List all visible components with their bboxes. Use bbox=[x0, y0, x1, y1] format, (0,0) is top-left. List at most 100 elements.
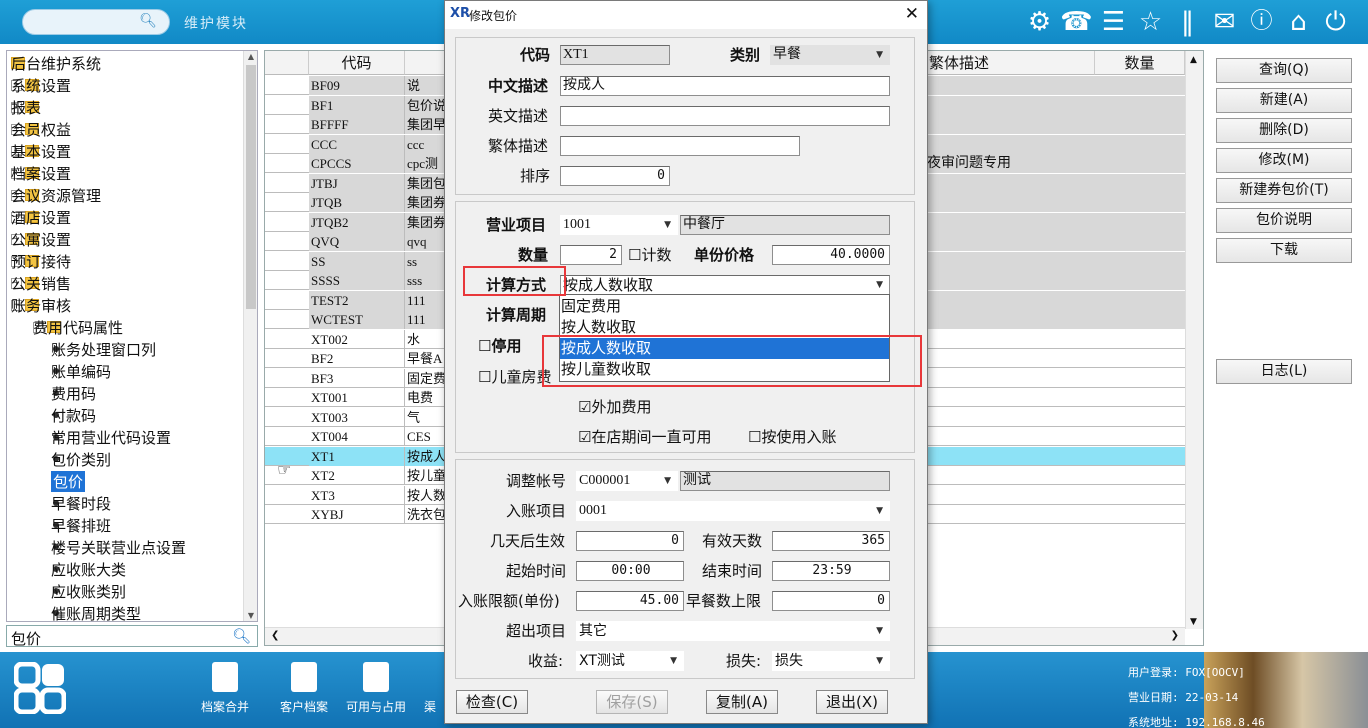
columns-icon[interactable]: ‖ bbox=[1169, 6, 1206, 38]
check-button[interactable]: 检查(C) bbox=[456, 690, 528, 714]
category-select[interactable]: 早餐 ▼ bbox=[770, 45, 890, 65]
tree-search-input[interactable]: 包价 🔍︎ bbox=[6, 625, 258, 648]
chevron-down-icon[interactable]: ▼ bbox=[664, 216, 671, 234]
gear-icon[interactable]: ⚙ bbox=[1021, 6, 1058, 38]
extra-fee-checkbox[interactable]: ☑外加费用 bbox=[578, 396, 651, 417]
dialog-title-bar[interactable]: XR 修改包价 ✕ bbox=[445, 1, 927, 29]
grid-header-qty[interactable]: 数量 bbox=[1095, 51, 1185, 75]
delete-button[interactable]: 删除(D) bbox=[1216, 118, 1352, 143]
tree-item[interactable]: + 酒店设置 bbox=[11, 206, 71, 228]
scroll-down-icon[interactable]: ▼ bbox=[1190, 617, 1197, 627]
tree-item[interactable]: 后台维护系统 bbox=[11, 52, 101, 74]
count-checkbox[interactable]: ☐计数 bbox=[628, 244, 671, 265]
unit-price-field[interactable]: 40.0000 bbox=[772, 245, 890, 265]
scroll-down-icon[interactable]: ▼ bbox=[244, 611, 257, 620]
tree-item[interactable]: 早餐排班 bbox=[51, 514, 111, 536]
tree-item[interactable]: + 会议资源管理 bbox=[11, 184, 101, 206]
scroll-left-icon[interactable]: ❮ bbox=[271, 630, 279, 641]
scroll-right-icon[interactable]: ❯ bbox=[1171, 630, 1179, 641]
calc-option[interactable]: 固定费用 bbox=[560, 296, 889, 317]
tool-customer-profiles[interactable]: 客户档案 bbox=[274, 662, 334, 715]
help-icon[interactable]: ⓘ bbox=[1243, 6, 1280, 38]
adj-account-select[interactable]: C000001 ▼ bbox=[576, 471, 678, 491]
post-limit-field[interactable]: 45.00 bbox=[576, 591, 684, 611]
chevron-down-icon[interactable]: ▼ bbox=[876, 652, 883, 670]
tree-item[interactable]: 费用码 bbox=[51, 382, 96, 404]
biz-item-select[interactable]: 1001 ▼ bbox=[560, 215, 678, 235]
tree-scrollbar[interactable]: ▲ ▼ bbox=[243, 51, 257, 621]
close-icon[interactable]: ✕ bbox=[905, 4, 919, 24]
calc-mode-select[interactable]: 按成人数收取 ▼ bbox=[560, 275, 890, 295]
tree-item[interactable]: 早餐时段 bbox=[51, 492, 111, 514]
income-select[interactable]: XT测试 ▼ bbox=[576, 651, 684, 671]
tree-scroll-thumb[interactable] bbox=[246, 65, 256, 309]
code-field[interactable]: XT1 bbox=[560, 45, 670, 65]
download-button[interactable]: 下载 bbox=[1216, 238, 1352, 263]
module-search[interactable]: 🔍︎ bbox=[22, 9, 170, 35]
chevron-down-icon[interactable]: ▼ bbox=[670, 652, 677, 670]
tree-item[interactable]: + 档案设置 bbox=[11, 162, 71, 184]
search-icon[interactable]: 🔍︎ bbox=[139, 13, 157, 29]
tree-item[interactable]: 应收账大类 bbox=[51, 558, 126, 580]
phone-icon[interactable]: ☎︎ bbox=[1058, 6, 1095, 38]
query-button[interactable]: 查询(Q) bbox=[1216, 58, 1352, 83]
modify-button[interactable]: 修改(M) bbox=[1216, 148, 1352, 173]
log-button[interactable]: 日志(L) bbox=[1216, 359, 1352, 384]
chevron-down-icon[interactable]: ▼ bbox=[876, 622, 883, 640]
search-icon[interactable]: 🔍︎ bbox=[232, 627, 251, 645]
en-desc-field[interactable] bbox=[560, 106, 890, 126]
package-desc-button[interactable]: 包价说明 bbox=[1216, 208, 1352, 233]
disabled-checkbox[interactable]: ☐停用 bbox=[478, 335, 521, 356]
tree-item[interactable]: + 系统设置 bbox=[11, 74, 71, 96]
post-item-select[interactable]: 0001 ▼ bbox=[576, 501, 890, 521]
power-icon[interactable]: ⏻ bbox=[1317, 6, 1354, 38]
days-effect-field[interactable]: 0 bbox=[576, 531, 684, 551]
cn-desc-field[interactable]: 按成人 bbox=[560, 76, 890, 96]
tree-item[interactable]: 包价类别 bbox=[51, 448, 111, 470]
save-button[interactable]: 保存(S) bbox=[596, 690, 668, 714]
child-room-checkbox[interactable]: ☐儿童房费 bbox=[478, 366, 551, 387]
tree-item[interactable]: 付款码 bbox=[51, 404, 96, 426]
tree-item[interactable]: + 报表 bbox=[11, 96, 44, 118]
new-coupon-package-button[interactable]: 新建券包价(T) bbox=[1216, 178, 1352, 203]
tree-item[interactable]: 账务处理窗口列 bbox=[51, 338, 156, 360]
grid-header-code[interactable]: 代码 bbox=[309, 51, 405, 75]
tree-item[interactable]: + 费用代码属性 bbox=[33, 316, 123, 338]
new-button[interactable]: 新建(A) bbox=[1216, 88, 1352, 113]
sort-field[interactable]: 0 bbox=[560, 166, 670, 186]
grid-header-trad-desc[interactable]: 繁体描述 bbox=[925, 51, 1095, 75]
tw-desc-field[interactable] bbox=[560, 136, 800, 156]
scroll-up-icon[interactable]: ▲ bbox=[244, 52, 257, 61]
tree-item[interactable]: 包价 bbox=[51, 470, 86, 492]
breakfast-limit-field[interactable]: 0 bbox=[772, 591, 890, 611]
overflow-item-select[interactable]: 其它 ▼ bbox=[576, 621, 890, 641]
tree-item[interactable]: + 会员权益 bbox=[11, 118, 71, 140]
post-by-use-checkbox[interactable]: ☐按使用入账 bbox=[748, 426, 836, 447]
tree-item[interactable]: 常用营业代码设置 bbox=[51, 426, 171, 448]
tree-item[interactable]: 应收账类别 bbox=[51, 580, 126, 602]
tool-channel[interactable]: 渠 bbox=[418, 662, 442, 715]
tree-item[interactable]: + 基本设置 bbox=[11, 140, 71, 162]
grid-vscrollbar[interactable]: ▲ ▼ bbox=[1185, 51, 1203, 629]
valid-days-field[interactable]: 365 bbox=[772, 531, 890, 551]
exit-button[interactable]: 退出(X) bbox=[816, 690, 888, 714]
tree-item[interactable]: + 公寓设置 bbox=[11, 228, 71, 250]
menu-icon[interactable]: ☰ bbox=[1095, 6, 1132, 38]
scroll-up-icon[interactable]: ▲ bbox=[1190, 55, 1197, 65]
star-icon[interactable]: ☆ bbox=[1132, 6, 1169, 38]
tool-merge-profiles[interactable]: 档案合并 bbox=[195, 662, 255, 715]
tree-item[interactable]: + 公关销售 bbox=[11, 272, 71, 294]
home-icon[interactable]: ⌂ bbox=[1280, 6, 1317, 38]
qty-field[interactable]: 2 bbox=[560, 245, 622, 265]
mail-icon[interactable]: ✉ bbox=[1206, 6, 1243, 38]
chevron-down-icon[interactable]: ▼ bbox=[876, 276, 883, 294]
copy-button[interactable]: 复制(A) bbox=[706, 690, 778, 714]
tree-item[interactable]: 账单编码 bbox=[51, 360, 111, 382]
chevron-down-icon[interactable]: ▼ bbox=[876, 46, 883, 64]
tree-item[interactable]: 催账周期类型 bbox=[51, 602, 141, 622]
chevron-down-icon[interactable]: ▼ bbox=[664, 472, 671, 490]
tool-availability[interactable]: 可用与占用 bbox=[346, 662, 406, 715]
always-available-checkbox[interactable]: ☑在店期间一直可用 bbox=[578, 426, 711, 447]
chevron-down-icon[interactable]: ▼ bbox=[876, 502, 883, 520]
tree-item[interactable]: + 预订接待 bbox=[11, 250, 71, 272]
